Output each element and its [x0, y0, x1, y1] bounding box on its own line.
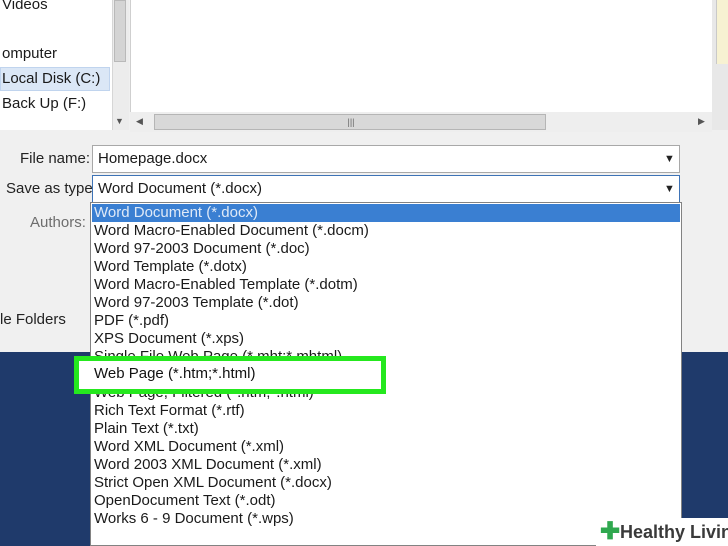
dropdown-option[interactable]: Strict Open XML Document (*.docx): [92, 474, 680, 492]
plus-icon: ✚: [600, 518, 621, 545]
nav-item-videos[interactable]: Videos: [2, 0, 48, 13]
nav-scroll-thumb[interactable]: [114, 0, 126, 62]
dropdown-option[interactable]: PDF (*.pdf): [92, 312, 680, 330]
dropdown-option[interactable]: Rich Text Format (*.rtf): [92, 402, 680, 420]
save-as-type-label: Save as type:: [6, 180, 97, 197]
nav-item-local-disk[interactable]: Local Disk (C:): [2, 70, 100, 87]
dropdown-option[interactable]: Word Macro-Enabled Template (*.dotm): [92, 276, 680, 294]
scroll-down-arrow-icon[interactable]: ▼: [115, 116, 124, 126]
preview-edge: [716, 0, 728, 64]
dropdown-option[interactable]: Word Macro-Enabled Document (*.docm): [92, 222, 680, 240]
scroll-right-arrow-icon[interactable]: ▶: [698, 116, 705, 127]
dropdown-option[interactable]: Word 97-2003 Document (*.doc): [92, 240, 680, 258]
file-name-input[interactable]: Homepage.docx: [92, 145, 680, 173]
dropdown-option[interactable]: Plain Text (*.txt): [92, 420, 680, 438]
dropdown-option[interactable]: XPS Document (*.xps): [92, 330, 680, 348]
dropdown-option[interactable]: OpenDocument Text (*.odt): [92, 492, 680, 510]
dropdown-option[interactable]: Word XML Document (*.xml): [92, 438, 680, 456]
nav-item-computer[interactable]: omputer: [2, 45, 57, 62]
dropdown-option[interactable]: Word 97-2003 Template (*.dot): [92, 294, 680, 312]
highlighted-option-web-page[interactable]: Web Page (*.htm;*.html): [94, 365, 255, 382]
save-as-type-chevron-down-icon[interactable]: ▼: [664, 183, 675, 195]
file-name-chevron-down-icon[interactable]: ▼: [664, 153, 675, 165]
scroll-left-arrow-icon[interactable]: ◀: [136, 116, 143, 127]
navigation-pane: Videos omputer Local Disk (C:) Back Up (…: [0, 0, 112, 130]
hide-folders-button[interactable]: le Folders: [0, 311, 66, 328]
file-list-area[interactable]: [130, 0, 713, 112]
authors-label: Authors:: [30, 214, 86, 231]
nav-item-back-up[interactable]: Back Up (F:): [2, 95, 86, 112]
save-as-type-select[interactable]: Word Document (*.docx): [92, 175, 680, 203]
dropdown-option[interactable]: Word 2003 XML Document (*.xml): [92, 456, 680, 474]
dropdown-option[interactable]: Works 6 - 9 Document (*.wps): [92, 510, 680, 528]
watermark-text: Healthy Living: [620, 522, 728, 542]
dialog-right-edge: [682, 202, 700, 352]
dropdown-option[interactable]: Word Document (*.docx): [92, 204, 680, 222]
file-name-label: File name:: [20, 150, 91, 167]
dropdown-option[interactable]: Word Template (*.dotx): [92, 258, 680, 276]
grip-icon: |||: [347, 117, 355, 127]
